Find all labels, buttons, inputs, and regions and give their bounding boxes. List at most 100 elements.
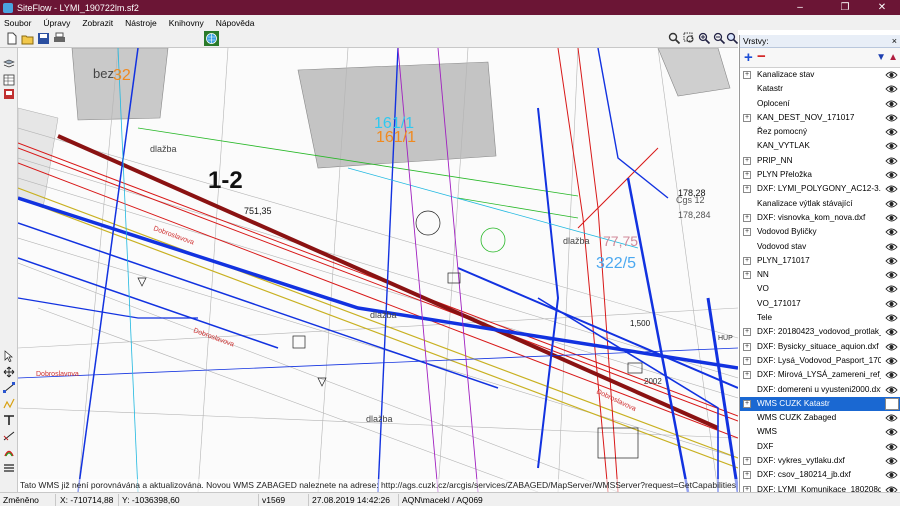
map-canvas[interactable]: bez 32 161/1 161/1 322/5 77,75 1-2 751,3… (18, 48, 738, 492)
eye-visibility-icon[interactable] (885, 485, 898, 492)
layer-row[interactable]: Tele (740, 311, 900, 325)
expand-icon[interactable]: + (743, 342, 751, 351)
layer-row[interactable]: + DXF: 20180423_vodovod_protlak_Lit (740, 325, 900, 339)
layer-row[interactable]: DXF: domereni u vyusteni2000.dxf (740, 383, 900, 397)
text-tool-icon[interactable] (3, 414, 15, 426)
eye-visibility-icon[interactable] (885, 427, 898, 437)
layer-row[interactable]: Řez pomocný (740, 125, 900, 139)
eye-visibility-icon[interactable] (885, 113, 898, 123)
menu-nastroje[interactable]: Nástroje (125, 18, 157, 28)
expand-icon[interactable]: + (743, 171, 751, 180)
expand-icon[interactable]: + (743, 185, 751, 194)
layer-row[interactable]: + DXF: Bysicky_situace_aquion.dxf (740, 340, 900, 354)
layer-row[interactable]: + KAN_DEST_NOV_171017 (740, 111, 900, 125)
expand-icon[interactable]: + (743, 228, 751, 237)
eye-visibility-icon[interactable] (885, 470, 898, 480)
expand-icon[interactable]: + (743, 471, 751, 480)
eye-visibility-icon[interactable] (885, 184, 898, 194)
eye-visibility-icon[interactable] (885, 413, 898, 423)
layer-row[interactable]: + PLYN Přeložka (740, 168, 900, 182)
zoom-icon[interactable] (668, 32, 681, 45)
measure-tool-icon[interactable] (3, 430, 15, 442)
layer-row[interactable]: VO_171017 (740, 297, 900, 311)
layer-row[interactable]: + DXF: Mirová_LYSÁ_zamereni_ref_Sln (740, 368, 900, 382)
eye-visibility-icon[interactable] (885, 213, 898, 223)
menu-upravy[interactable]: Úpravy (43, 18, 70, 28)
eye-visibility-icon[interactable] (885, 242, 898, 252)
eye-visibility-icon[interactable] (885, 284, 898, 294)
layer-row[interactable]: WMS (740, 425, 900, 439)
layer-row[interactable]: DXF (740, 440, 900, 454)
menu-zobrazit[interactable]: Zobrazit (82, 18, 113, 28)
eye-visibility-icon[interactable] (885, 456, 898, 466)
report-tool-icon[interactable] (3, 88, 15, 100)
eye-visibility-icon[interactable] (885, 170, 898, 180)
zoom-extent-icon[interactable] (726, 32, 739, 45)
layer-row[interactable]: + PLYN_171017 (740, 254, 900, 268)
eye-visibility-icon[interactable] (885, 227, 898, 237)
open-folder-icon[interactable] (21, 32, 34, 45)
menu-napoveda[interactable]: Nápověda (216, 18, 255, 28)
eye-visibility-icon[interactable] (885, 356, 898, 366)
expand-icon[interactable]: + (743, 328, 751, 337)
zoom-in-icon[interactable] (698, 32, 711, 45)
layer-row[interactable]: KAN_VYTLAK (740, 139, 900, 153)
layer-row[interactable]: + DXF: LYMI_POLYGONY_AC12-3.dxf (740, 182, 900, 196)
node-edit-icon[interactable] (3, 382, 15, 394)
eye-visibility-icon[interactable] (885, 385, 898, 395)
eye-visibility-icon[interactable] (885, 342, 898, 352)
symbol-tool-icon[interactable] (3, 446, 15, 458)
layer-row[interactable]: + DXF: csov_180214_jb.dxf (740, 468, 900, 482)
layer-row[interactable]: + NN (740, 268, 900, 282)
close-button[interactable]: ✕ (862, 0, 900, 15)
hatch-tool-icon[interactable] (3, 462, 15, 474)
remove-layer-button[interactable]: − (757, 49, 766, 64)
layer-row[interactable]: + Kanalizace stav (740, 68, 900, 82)
eye-visibility-icon[interactable] (885, 327, 898, 337)
expand-icon[interactable]: + (743, 71, 751, 79)
expand-icon[interactable]: + (743, 457, 751, 466)
eye-visibility-icon[interactable] (885, 84, 898, 94)
new-file-icon[interactable] (5, 32, 18, 45)
layer-row[interactable]: + PRIP_NN (740, 154, 900, 168)
layers-tool-icon[interactable] (3, 58, 15, 70)
move-down-icon[interactable]: ▼ (876, 52, 886, 63)
layer-row[interactable]: Oplocení (740, 97, 900, 111)
menu-soubor[interactable]: Soubor (4, 18, 31, 28)
layer-row[interactable]: + DXF: vykres_vytlaku.dxf (740, 454, 900, 468)
eye-visibility-icon[interactable] (885, 127, 898, 137)
visibility-checkbox[interactable] (885, 397, 899, 410)
layer-row[interactable]: Katastr (740, 82, 900, 96)
select-arrow-icon[interactable] (3, 350, 15, 362)
close-icon[interactable]: × (892, 35, 897, 47)
expand-icon[interactable]: + (743, 371, 751, 380)
eye-visibility-icon[interactable] (885, 70, 898, 80)
map-drawing[interactable]: bez 32 161/1 161/1 322/5 77,75 1-2 751,3… (18, 48, 738, 492)
eye-visibility-icon[interactable] (885, 270, 898, 280)
layer-row[interactable]: WMS CUZK Zabaged (740, 411, 900, 425)
expand-icon[interactable]: + (743, 356, 751, 365)
move-tool-icon[interactable] (3, 366, 15, 378)
add-layer-button[interactable]: + (744, 50, 753, 65)
expand-icon[interactable]: + (743, 156, 751, 165)
layer-row[interactable]: Kanalizace výtlak stávající (740, 197, 900, 211)
eye-visibility-icon[interactable] (885, 156, 898, 166)
eye-visibility-icon[interactable] (885, 370, 898, 380)
polyline-tool-icon[interactable] (3, 398, 15, 410)
eye-visibility-icon[interactable] (885, 141, 898, 151)
minimize-button[interactable]: – (780, 0, 820, 15)
expand-icon[interactable]: + (743, 113, 751, 122)
eye-visibility-icon[interactable] (885, 299, 898, 309)
expand-icon[interactable]: + (743, 213, 751, 222)
print-icon[interactable] (53, 32, 66, 45)
layer-row[interactable]: + DXF: visnovka_kom_nova.dxf (740, 211, 900, 225)
eye-visibility-icon[interactable] (885, 99, 898, 109)
eye-visibility-icon[interactable] (885, 199, 898, 209)
eye-visibility-icon[interactable] (885, 442, 898, 452)
eye-visibility-icon[interactable] (885, 313, 898, 323)
expand-icon[interactable]: + (743, 256, 751, 265)
expand-icon[interactable]: + (743, 399, 751, 408)
eye-visibility-icon[interactable] (885, 256, 898, 266)
restore-button[interactable]: ❐ (825, 0, 865, 15)
layer-row[interactable]: VO (740, 282, 900, 296)
